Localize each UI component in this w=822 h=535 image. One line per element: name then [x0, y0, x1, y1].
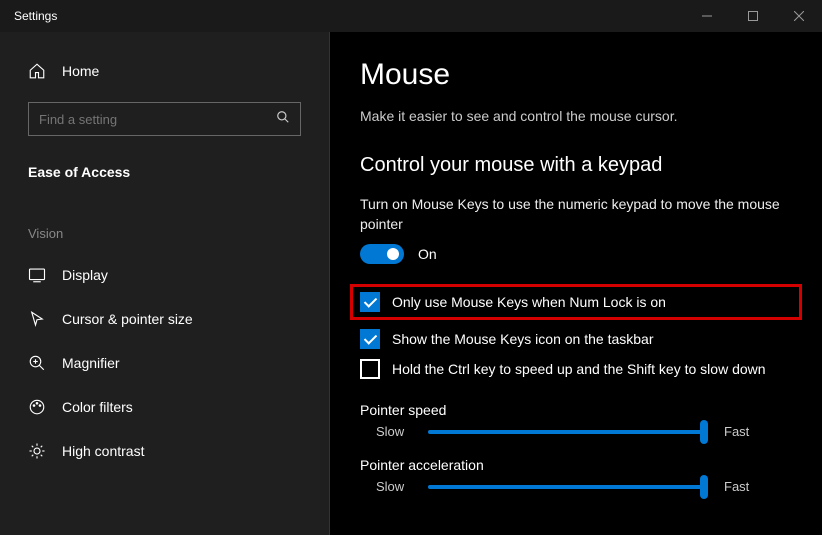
check-label: Only use Mouse Keys when Num Lock is on — [392, 294, 666, 310]
magnifier-icon — [28, 354, 46, 372]
home-label: Home — [62, 63, 99, 79]
slider-label-accel: Pointer acceleration — [360, 457, 792, 473]
maximize-button[interactable] — [730, 0, 776, 32]
pointer-speed-slider[interactable] — [428, 430, 708, 434]
checkbox-ctrl-shift[interactable] — [360, 359, 380, 379]
home-button[interactable]: Home — [0, 52, 329, 90]
check-label: Show the Mouse Keys icon on the taskbar — [392, 331, 653, 347]
page-subtitle: Make it easier to see and control the mo… — [360, 108, 792, 124]
nav-label: Magnifier — [62, 355, 120, 371]
home-icon — [28, 62, 46, 80]
search-input[interactable] — [28, 102, 301, 136]
slider-max: Fast — [724, 479, 760, 494]
check-ctrl-shift[interactable]: Hold the Ctrl key to speed up and the Sh… — [360, 354, 792, 384]
slider-min: Slow — [376, 424, 412, 439]
checkbox-numlock[interactable] — [360, 292, 380, 312]
cursor-icon — [28, 310, 46, 328]
nav-label: Color filters — [62, 399, 133, 415]
slider-max: Fast — [724, 424, 760, 439]
window-title: Settings — [14, 9, 684, 23]
pointer-accel-slider[interactable] — [428, 485, 708, 489]
mouse-keys-toggle[interactable] — [360, 244, 404, 264]
palette-icon — [28, 398, 46, 416]
nav-label: High contrast — [62, 443, 144, 459]
nav-label: Cursor & pointer size — [62, 311, 193, 327]
slider-min: Slow — [376, 479, 412, 494]
close-button[interactable] — [776, 0, 822, 32]
check-label: Hold the Ctrl key to speed up and the Sh… — [392, 361, 766, 377]
section-header: Vision — [0, 220, 329, 247]
nav-high-contrast[interactable]: High contrast — [0, 429, 329, 473]
slider-label-speed: Pointer speed — [360, 402, 792, 418]
search-field[interactable] — [39, 112, 276, 127]
toggle-state-label: On — [418, 246, 437, 262]
minimize-button[interactable] — [684, 0, 730, 32]
display-icon — [28, 266, 46, 284]
check-numlock[interactable]: Only use Mouse Keys when Num Lock is on — [350, 284, 802, 320]
page-title: Mouse — [360, 58, 792, 92]
titlebar: Settings — [0, 0, 822, 32]
section-title: Control your mouse with a keypad — [360, 154, 792, 177]
main-panel: Mouse Make it easier to see and control … — [330, 32, 822, 535]
nav-label: Display — [62, 267, 108, 283]
nav-magnifier[interactable]: Magnifier — [0, 341, 329, 385]
sidebar: Home Ease of Access Vision Display Curso… — [0, 32, 330, 535]
check-taskbar-icon[interactable]: Show the Mouse Keys icon on the taskbar — [360, 324, 792, 354]
nav-color-filters[interactable]: Color filters — [0, 385, 329, 429]
category-label: Ease of Access — [0, 154, 329, 190]
nav-cursor[interactable]: Cursor & pointer size — [0, 297, 329, 341]
checkbox-taskbar[interactable] — [360, 329, 380, 349]
search-icon — [276, 110, 290, 129]
contrast-icon — [28, 442, 46, 460]
section-desc: Turn on Mouse Keys to use the numeric ke… — [360, 195, 792, 234]
nav-display[interactable]: Display — [0, 253, 329, 297]
